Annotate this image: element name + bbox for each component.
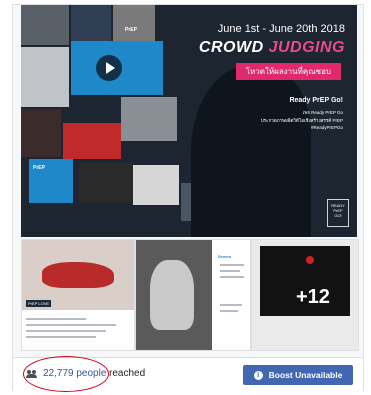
ready-line: ประกวดภาพผลิตวิดีโอเชิงสร้างสรรค์ PrEP bbox=[260, 118, 343, 123]
more-count[interactable]: +12 bbox=[296, 286, 330, 309]
event-date: June 1st - June 20th 2018 bbox=[217, 23, 345, 35]
boost-button[interactable]: i Boost Unavailable bbox=[243, 365, 353, 385]
thumbnail-side-panel: Sexers bbox=[216, 250, 248, 340]
collage-tile bbox=[21, 47, 69, 107]
collage-tile bbox=[113, 5, 155, 45]
event-subtitle: โหวตให้ผลงานที่คุณชอบ bbox=[235, 63, 341, 80]
post-hero-image[interactable]: PrEP PrEP June 1st - June 20th 2018 CROW… bbox=[21, 5, 357, 237]
caption-line bbox=[26, 318, 86, 320]
collage-tile bbox=[21, 109, 61, 157]
thumbnail-label: PrEP LOVE bbox=[26, 300, 52, 307]
ready-line: #ReadyPrEPGo bbox=[310, 125, 343, 130]
logo-line: GO! bbox=[334, 213, 342, 218]
ready-line: เพจ Ready PrEP Go bbox=[302, 110, 343, 115]
rose-shape bbox=[306, 256, 314, 264]
thumbnail-photo: +12 bbox=[260, 246, 350, 316]
collage-tile bbox=[79, 163, 133, 203]
collage-tile bbox=[63, 123, 121, 159]
collage-tile bbox=[71, 5, 111, 45]
thumbnail-photo bbox=[136, 240, 212, 350]
caption-line bbox=[220, 276, 244, 278]
boost-label: Boost Unavailable bbox=[268, 370, 343, 380]
reach-count-link[interactable]: 22,779 people bbox=[43, 368, 106, 379]
caption-line bbox=[26, 330, 106, 332]
play-icon bbox=[96, 55, 122, 81]
post-footer: 22,779 people reached i Boost Unavailabl… bbox=[13, 356, 363, 392]
figure-shape bbox=[42, 262, 114, 288]
thumbnail-caption: PrEP LOVE bbox=[22, 300, 134, 350]
caption-line bbox=[220, 270, 240, 272]
title-part-2: JUDGING bbox=[268, 39, 345, 56]
ready-prep-go-logo: READY PrEP GO! bbox=[327, 199, 349, 227]
thumbnail-3[interactable]: +12 bbox=[251, 239, 359, 351]
prep-badge: PrEP bbox=[33, 165, 45, 171]
thumbnail-2[interactable]: Sexers bbox=[135, 239, 251, 351]
side-panel-title: Sexers bbox=[218, 254, 232, 259]
caption-line bbox=[220, 264, 244, 266]
info-icon: i bbox=[253, 370, 263, 380]
collage-tile bbox=[121, 97, 177, 141]
caption-line bbox=[26, 324, 116, 326]
caption-line bbox=[220, 304, 242, 306]
collage-tile bbox=[21, 5, 69, 45]
title-part-1: CROWD bbox=[198, 39, 264, 56]
ready-prep-go-heading: Ready PrEP Go! bbox=[289, 97, 343, 104]
figure-shape bbox=[150, 260, 194, 330]
post-thumbnails: PrEP LOVE Sexers +12 bbox=[21, 239, 359, 351]
caption-line bbox=[26, 336, 96, 338]
event-title: CROWD JUDGING bbox=[199, 39, 345, 57]
caption-line bbox=[220, 310, 238, 312]
facebook-post: PrEP PrEP June 1st - June 20th 2018 CROW… bbox=[12, 4, 364, 392]
reach-label: reached bbox=[109, 368, 146, 379]
prep-badge: PrEP bbox=[125, 27, 137, 33]
thumbnail-1[interactable]: PrEP LOVE bbox=[21, 239, 135, 351]
silhouette-figure bbox=[191, 65, 311, 237]
collage-tile bbox=[133, 165, 179, 205]
